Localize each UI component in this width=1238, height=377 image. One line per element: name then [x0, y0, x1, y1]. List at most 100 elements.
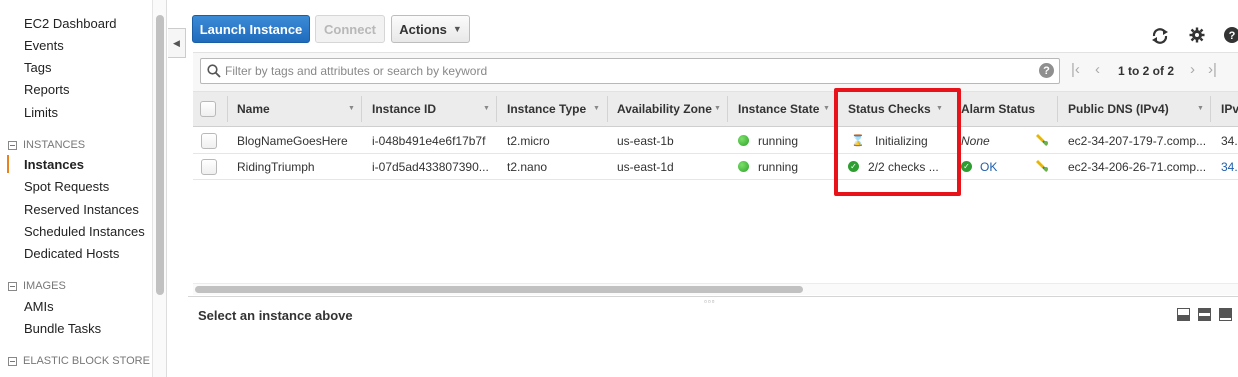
column-header-ipv4[interactable]: IPv [1221, 102, 1238, 116]
layout-split-pane-icon[interactable] [1198, 308, 1211, 321]
sort-caret-icon[interactable]: ▼ [593, 105, 600, 112]
cell-instance-state: running [758, 134, 799, 148]
chevron-down-icon: ▼ [452, 24, 462, 34]
column-header-instance-type[interactable]: Instance Type [507, 102, 586, 116]
sidebar-section-label: ELASTIC BLOCK STORE [23, 355, 150, 367]
cell-instance-state: running [758, 160, 799, 174]
table-scrollbar-thumb[interactable] [195, 286, 803, 293]
alarm-bell-icon[interactable] [1034, 131, 1050, 150]
sidebar-section-images[interactable]: IMAGES [8, 280, 66, 292]
column-header-status-checks[interactable]: Status Checks [848, 102, 931, 116]
collapse-section-icon [8, 356, 17, 366]
column-header-availability-zone[interactable]: Availability Zone [617, 102, 712, 116]
sidebar-item-amis[interactable]: AMIs [24, 299, 54, 314]
alarm-bell-icon[interactable] [1034, 157, 1050, 176]
column-divider [1210, 96, 1211, 122]
sidebar-item-reserved-instances[interactable]: Reserved Instances [24, 202, 139, 217]
next-page-icon[interactable]: › [1190, 61, 1195, 78]
column-divider [361, 96, 362, 122]
collapse-section-icon [8, 281, 17, 291]
sidebar-item-ec2-dashboard[interactable]: EC2 Dashboard [24, 16, 117, 31]
cell-ipv4[interactable]: 34. [1221, 160, 1238, 174]
actions-label: Actions [399, 21, 447, 37]
sidebar-item-reports[interactable]: Reports [24, 82, 70, 97]
column-divider [496, 96, 497, 122]
cell-public-dns: ec2-34-206-26-71.comp... [1068, 160, 1207, 174]
sidebar-section-label: IMAGES [23, 280, 66, 292]
select-all-checkbox[interactable] [200, 101, 216, 117]
detail-pane-title: Select an instance above [198, 308, 353, 323]
column-header-public-dns[interactable]: Public DNS (IPv4) [1068, 102, 1169, 116]
column-divider [607, 96, 608, 122]
sidebar-nav: EC2 Dashboard Events Tags Reports Limits… [0, 0, 153, 377]
cell-instance-type: t2.micro [507, 134, 550, 148]
last-page-icon[interactable]: ›| [1208, 61, 1217, 78]
column-header-alarm-status[interactable]: Alarm Status [961, 102, 1035, 116]
sort-caret-icon[interactable]: ▼ [823, 105, 830, 112]
column-header-instance-state[interactable]: Instance State [738, 102, 819, 116]
cell-alarm-status: None [961, 134, 990, 148]
cell-public-dns: ec2-34-207-179-7.comp... [1068, 134, 1207, 148]
sidebar-item-dedicated-hosts[interactable]: Dedicated Hosts [24, 246, 119, 261]
row-checkbox[interactable] [201, 159, 217, 175]
sort-caret-icon[interactable]: ▼ [714, 105, 721, 112]
sidebar-item-scheduled-instances[interactable]: Scheduled Instances [24, 224, 145, 239]
chevron-left-icon: ◀ [173, 37, 180, 48]
sort-caret-icon[interactable]: ▼ [1197, 105, 1204, 112]
sidebar-scrollbar-thumb[interactable] [156, 15, 164, 295]
layout-top-pane-icon[interactable] [1219, 308, 1232, 321]
connect-button[interactable]: Connect [315, 15, 385, 43]
sidebar-item-spot-requests[interactable]: Spot Requests [24, 179, 109, 194]
sort-caret-icon[interactable]: ▼ [936, 105, 943, 112]
check-circle-icon: ✓ [848, 161, 859, 172]
splitter-grip-icon[interactable]: ▫▫▫ [704, 297, 716, 306]
svg-text:?: ? [1229, 30, 1236, 42]
search-help-icon[interactable]: ? [1039, 63, 1054, 78]
cell-instance-id: i-048b491e4e6f17b7f [372, 134, 486, 148]
cell-instance-id: i-07d5ad433807390... [372, 160, 489, 174]
sidebar-section-elastic-block-store[interactable]: ELASTIC BLOCK STORE [8, 355, 150, 367]
collapse-sidebar-button[interactable]: ◀ [168, 28, 186, 58]
hourglass-icon: ⌛ [851, 135, 865, 147]
launch-instance-button[interactable]: Launch Instance [192, 15, 310, 43]
collapse-section-icon [8, 140, 17, 150]
cell-ipv4: 34.2 [1221, 134, 1238, 148]
cell-availability-zone: us-east-1b [617, 134, 674, 148]
help-icon[interactable]: ? [1224, 27, 1238, 48]
column-header-instance-id[interactable]: Instance ID [372, 102, 436, 116]
search-field[interactable] [200, 58, 1060, 84]
sort-caret-icon[interactable]: ▼ [348, 105, 355, 112]
refresh-icon[interactable] [1150, 27, 1170, 50]
column-divider [227, 96, 228, 122]
actions-dropdown-button[interactable]: Actions ▼ [391, 15, 470, 43]
check-circle-icon: ✓ [961, 161, 972, 172]
search-input[interactable] [225, 64, 1025, 78]
column-divider [1057, 96, 1058, 122]
cell-name: RidingTriumph [237, 160, 315, 174]
first-page-icon[interactable]: |‹ [1071, 61, 1080, 78]
search-icon [207, 64, 221, 78]
running-status-icon [738, 135, 749, 146]
cell-name: BlogNameGoesHere [237, 134, 348, 148]
previous-page-icon[interactable]: ‹ [1095, 61, 1100, 78]
sidebar-item-instances[interactable]: Instances [24, 157, 84, 172]
sort-caret-icon[interactable]: ▼ [483, 105, 490, 112]
row-checkbox[interactable] [201, 133, 217, 149]
column-header-name[interactable]: Name [237, 102, 270, 116]
sidebar-section-instances[interactable]: INSTANCES [8, 139, 85, 151]
active-item-marker [7, 155, 9, 173]
sidebar-item-tags[interactable]: Tags [24, 60, 51, 75]
cell-availability-zone: us-east-1d [617, 160, 674, 174]
sidebar-section-label: INSTANCES [23, 139, 86, 151]
running-status-icon [738, 161, 749, 172]
cell-alarm-status[interactable]: OK [980, 160, 997, 174]
sidebar-item-limits[interactable]: Limits [24, 105, 58, 120]
gear-icon[interactable] [1189, 27, 1205, 48]
layout-bottom-pane-icon[interactable] [1177, 308, 1190, 321]
cell-status-checks[interactable]: 2/2 checks ... [868, 160, 942, 174]
sidebar-item-events[interactable]: Events [24, 38, 64, 53]
sidebar-item-bundle-tasks[interactable]: Bundle Tasks [24, 321, 101, 336]
pagination-label: 1 to 2 of 2 [1118, 64, 1175, 78]
cell-status-checks: Initializing [875, 134, 928, 148]
column-divider [727, 96, 728, 122]
